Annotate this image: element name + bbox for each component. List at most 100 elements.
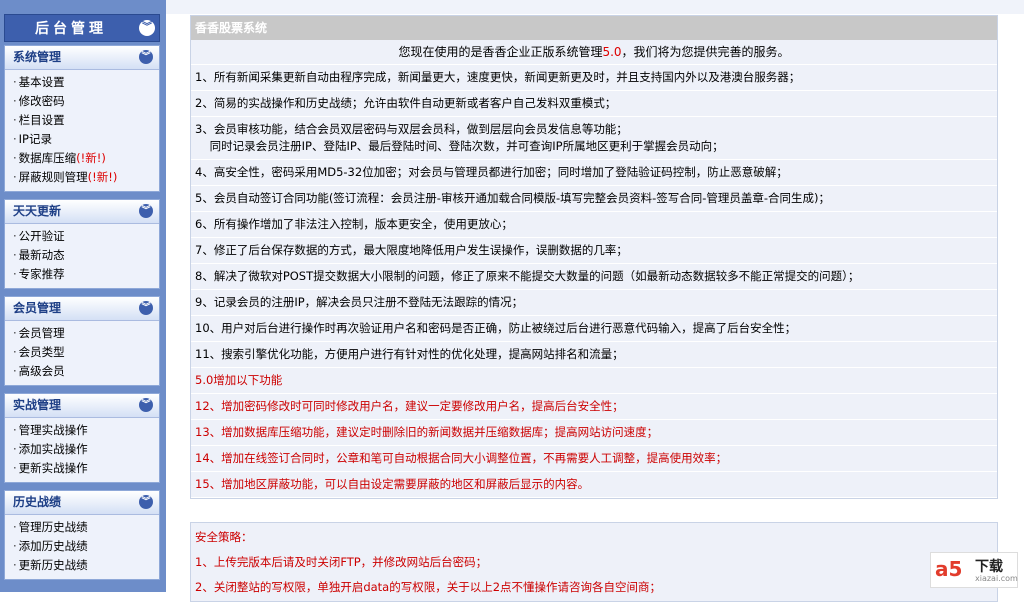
bullet-icon: · bbox=[13, 326, 17, 340]
bullet-icon: · bbox=[13, 539, 17, 553]
chevron-double-down-icon[interactable]: ︾ bbox=[139, 204, 153, 218]
menu-group-header[interactable]: 天天更新 ︾ bbox=[5, 200, 159, 224]
bullet-icon: · bbox=[13, 461, 17, 475]
top-bar bbox=[166, 0, 1024, 14]
menu-group: 历史战绩 ︾ · 管理历史战绩 · 添加历史战绩 · 更新历史战绩 bbox=[4, 490, 160, 580]
version-number: 5.0 bbox=[602, 45, 622, 59]
sidebar-item-label: 屏蔽规则管理 bbox=[18, 170, 88, 184]
sidebar-item[interactable]: · 管理实战操作 bbox=[5, 421, 159, 440]
welcome-text: 您现在使用的是香香企业正版系统管理5.0，我们将为您提供完善的服务。 bbox=[191, 40, 997, 65]
bullet-icon: · bbox=[13, 248, 17, 262]
bullet-icon: · bbox=[13, 229, 17, 243]
menu-group-title: 实战管理 bbox=[13, 398, 62, 412]
feature-row: 5、会员自动签订合同功能(签订流程：会员注册-审核开通加载合同模版-填写完整会员… bbox=[191, 186, 997, 212]
watermark-logo: a5 下载 xiazai.com bbox=[930, 552, 1018, 588]
menu-group-header[interactable]: 实战管理 ︾ bbox=[5, 394, 159, 418]
sidebar-item[interactable]: · 更新历史战绩 bbox=[5, 556, 159, 575]
admin-title: 后台管理 ︾ bbox=[4, 14, 160, 42]
sidebar-item[interactable]: · 最新动态 bbox=[5, 246, 159, 265]
feature-row: 7、修正了后台保存数据的方式，最大限度地降低用户发生误操作，误删数据的几率； bbox=[191, 238, 997, 264]
chevron-double-down-icon[interactable]: ︾ bbox=[139, 301, 153, 315]
feature-row: 14、增加在线签订合同时，公章和笔可自动根据合同大小调整位置，不再需要人工调整，… bbox=[191, 446, 997, 472]
bullet-icon: · bbox=[13, 520, 17, 534]
bullet-icon: · bbox=[13, 558, 17, 572]
chevron-double-down-icon[interactable]: ︾ bbox=[139, 398, 153, 412]
sidebar-item-label: 会员类型 bbox=[18, 345, 65, 359]
bullet-icon: · bbox=[13, 151, 17, 165]
sidebar-item[interactable]: · 屏蔽规则管理(!新!) bbox=[5, 168, 159, 187]
main-content: 香香股票系统 您现在使用的是香香企业正版系统管理5.0，我们将为您提供完善的服务… bbox=[166, 0, 1024, 602]
feature-row: 12、增加密码修改时可同时修改用户名，建议一定要修改用户名，提高后台安全性； bbox=[191, 394, 997, 420]
bullet-icon: · bbox=[13, 267, 17, 281]
menu-group-title: 历史战绩 bbox=[13, 495, 62, 509]
feature-row: 8、解决了微软对POST提交数据大小限制的问题，修正了原来不能提交大数量的问题（… bbox=[191, 264, 997, 290]
admin-title-text: 后台管理 bbox=[35, 21, 107, 37]
sidebar-item[interactable]: · 数据库压缩(!新!) bbox=[5, 149, 159, 168]
sidebar-item-label: 添加实战操作 bbox=[18, 442, 88, 456]
new-badge: (!新!) bbox=[76, 151, 106, 165]
menu-group: 实战管理 ︾ · 管理实战操作 · 添加实战操作 · 更新实战操作 bbox=[4, 393, 160, 483]
chevron-double-down-icon[interactable]: ︾ bbox=[139, 495, 153, 509]
security-item: 2、关闭整站的写权限，单独开启data的写权限，关于以上2点不懂操作请咨询各自空… bbox=[195, 580, 662, 594]
sidebar-item-label: 专家推荐 bbox=[18, 267, 65, 281]
feature-row: 10、用户对后台进行操作时再次验证用户名和密码是否正确，防止被绕过后台进行恶意代… bbox=[191, 316, 997, 342]
menu-group-title: 系统管理 bbox=[13, 50, 62, 64]
sidebar-item-label: 数据库压缩 bbox=[18, 151, 77, 165]
feature-row: 6、所有操作增加了非法注入控制，版本更安全，使用更放心； bbox=[191, 212, 997, 238]
sidebar-item-label: 管理历史战绩 bbox=[18, 520, 88, 534]
sidebar-item[interactable]: · 管理历史战绩 bbox=[5, 518, 159, 537]
sidebar-item[interactable]: · 会员管理 bbox=[5, 324, 159, 343]
bullet-icon: · bbox=[13, 423, 17, 437]
feature-row: 1、所有新闻采集更新自动由程序完成，新闻量更大，速度更快，新闻更新更及时，并且支… bbox=[191, 65, 997, 91]
sidebar-item[interactable]: · 公开验证 bbox=[5, 227, 159, 246]
sidebar-item[interactable]: · 会员类型 bbox=[5, 343, 159, 362]
feature-row: 13、增加数据库压缩功能，建议定时删除旧的新闻数据并压缩数据库；提高网站访问速度… bbox=[191, 420, 997, 446]
menu-group-header[interactable]: 会员管理 ︾ bbox=[5, 297, 159, 321]
bullet-icon: · bbox=[13, 94, 17, 108]
bullet-icon: · bbox=[13, 364, 17, 378]
sidebar-item[interactable]: · IP记录 bbox=[5, 130, 159, 149]
bullet-icon: · bbox=[13, 132, 17, 146]
menu-group-title: 会员管理 bbox=[13, 301, 62, 315]
new-badge: (!新!) bbox=[87, 170, 118, 184]
sidebar-item[interactable]: · 栏目设置 bbox=[5, 111, 159, 130]
bullet-icon: · bbox=[13, 75, 17, 89]
sidebar-item[interactable]: · 基本设置 bbox=[5, 73, 159, 92]
feature-row: 15、增加地区屏蔽功能，可以自由设定需要屏蔽的地区和屏蔽后显示的内容。 bbox=[191, 472, 997, 498]
sidebar-item[interactable]: · 添加实战操作 bbox=[5, 440, 159, 459]
sidebar-item-label: 最新动态 bbox=[18, 248, 65, 262]
bullet-icon: · bbox=[13, 170, 17, 184]
sidebar-item[interactable]: · 高级会员 bbox=[5, 362, 159, 381]
security-title: 安全策略： bbox=[195, 530, 253, 544]
sidebar-item-label: 更新实战操作 bbox=[18, 461, 88, 475]
panel-title: 香香股票系统 bbox=[191, 16, 997, 40]
sidebar-item-label: 添加历史战绩 bbox=[18, 539, 88, 553]
info-panel: 香香股票系统 您现在使用的是香香企业正版系统管理5.0，我们将为您提供完善的服务… bbox=[190, 15, 998, 499]
menu-group-header[interactable]: 系统管理 ︾ bbox=[5, 46, 159, 70]
chevron-double-down-icon[interactable]: ︾ bbox=[139, 50, 153, 64]
security-item: 1、上传完版本后请及时关闭FTP，并修改网站后台密码； bbox=[195, 555, 488, 569]
sidebar-item[interactable]: · 修改密码 bbox=[5, 92, 159, 111]
sidebar-item-label: 基本设置 bbox=[18, 75, 65, 89]
menu-group-header[interactable]: 历史战绩 ︾ bbox=[5, 491, 159, 515]
menu-group: 系统管理 ︾ · 基本设置 · 修改密码 · 栏目设置 · IP记录 · 数据库压缩(!新!) · 屏蔽规… bbox=[4, 45, 160, 192]
watermark-url: xiazai.com bbox=[975, 574, 1018, 583]
sidebar-item-label: IP记录 bbox=[18, 132, 52, 146]
collapse-all-icon[interactable]: ︾ bbox=[139, 20, 155, 36]
feature-row: 11、搜索引擎优化功能，方便用户进行有针对性的优化处理，提高网站排名和流量； bbox=[191, 342, 997, 368]
sidebar-item-label: 高级会员 bbox=[18, 364, 65, 378]
sidebar-item-label: 管理实战操作 bbox=[18, 423, 88, 437]
sidebar-item[interactable]: · 专家推荐 bbox=[5, 265, 159, 284]
sidebar-item[interactable]: · 更新实战操作 bbox=[5, 459, 159, 478]
feature-row: 4、高安全性，密码采用MD5-32位加密；对会员与管理员都进行加密；同时增加了登… bbox=[191, 160, 997, 186]
sidebar: 后台管理 ︾ 系统管理 ︾ · 基本设置 · 修改密码 · 栏目设置 · IP记录 · 数据库压缩(!… bbox=[0, 0, 166, 592]
bullet-icon: · bbox=[13, 442, 17, 456]
bullet-icon: · bbox=[13, 113, 17, 127]
feature-row: 5.0增加以下功能 bbox=[191, 368, 997, 394]
sidebar-item-label: 更新历史战绩 bbox=[18, 558, 88, 572]
menu-group-title: 天天更新 bbox=[13, 204, 62, 218]
feature-row: 2、简易的实战操作和历史战绩；允许由软件自动更新或者客户自己发料双重模式； bbox=[191, 91, 997, 117]
feature-row: 3、会员审核功能，结合会员双层密码与双层会员科，做到层层向会员发信息等功能； 同… bbox=[191, 117, 997, 160]
sidebar-item-label: 公开验证 bbox=[18, 229, 65, 243]
sidebar-item[interactable]: · 添加历史战绩 bbox=[5, 537, 159, 556]
